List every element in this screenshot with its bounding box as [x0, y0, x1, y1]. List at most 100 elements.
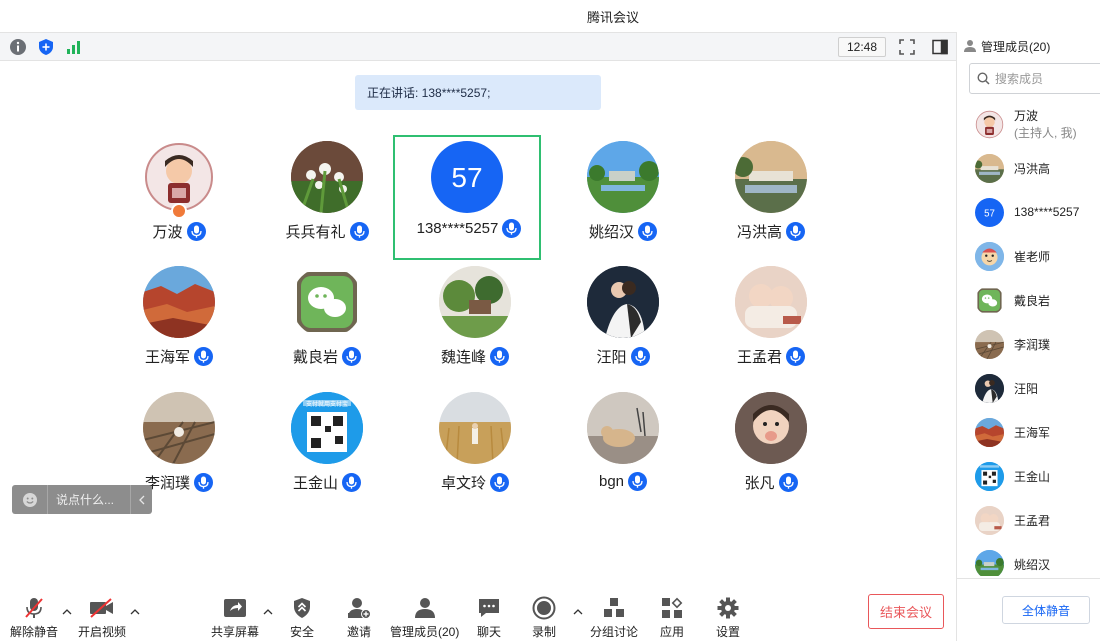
member-text: 姚绍汉: [1014, 556, 1050, 573]
audio-options-chevron-icon[interactable]: [61, 606, 73, 618]
fullscreen-icon[interactable]: [897, 37, 917, 57]
info-icon[interactable]: [8, 37, 28, 57]
share-screen-icon: [222, 596, 248, 620]
member-name: 王金山: [1014, 469, 1051, 484]
manage-members-button[interactable]: 管理成员(20): [390, 596, 459, 640]
participant-tile[interactable]: 王孟君: [697, 266, 845, 391]
quick-chat-box[interactable]: 说点什么...: [12, 485, 152, 514]
participant-tile[interactable]: 王海军: [105, 266, 253, 391]
apps-grid-icon: [659, 596, 685, 620]
participant-name: 王金山: [292, 475, 338, 492]
member-list-item[interactable]: 万波 (主持人, 我): [957, 102, 1100, 146]
participant-tile[interactable]: 戴良岩: [253, 266, 401, 391]
member-avatar: [975, 285, 1004, 315]
record-options-chevron-icon[interactable]: [572, 606, 584, 618]
member-list-item[interactable]: 姚绍汉: [957, 542, 1100, 576]
start-video-button[interactable]: 开启视频: [78, 596, 126, 640]
search-icon: [977, 72, 990, 85]
member-avatar: [975, 241, 1004, 271]
member-list-item[interactable]: 王海军: [957, 410, 1100, 454]
collapse-chevron-icon[interactable]: [130, 485, 152, 514]
record-icon: [531, 596, 557, 620]
apps-button[interactable]: 应用: [659, 596, 685, 640]
mute-all-button[interactable]: 全体静音: [1002, 596, 1090, 624]
mic-icon: [628, 472, 648, 491]
member-avatar: [975, 417, 1004, 447]
invite-button[interactable]: 邀请: [346, 596, 372, 640]
share-screen-button[interactable]: 共享屏幕: [211, 596, 259, 640]
chat-button[interactable]: 聊天: [476, 596, 502, 640]
member-text: 王金山: [1014, 468, 1050, 485]
participant-tile[interactable]: 兵兵有礼: [253, 141, 401, 266]
participant-tile[interactable]: 卓文玲: [401, 392, 549, 517]
participant-name-row: 张凡: [697, 472, 845, 493]
participant-name-row: 戴良岩: [253, 346, 401, 367]
member-avatar: [975, 373, 1004, 403]
breakout-rooms-button[interactable]: 分组讨论: [590, 596, 638, 640]
member-text: 冯洪高: [1014, 160, 1050, 177]
participant-tile[interactable]: 姚绍汉: [549, 141, 697, 266]
participant-avatar: 57: [431, 141, 503, 213]
participant-name-row: 卓文玲: [401, 472, 549, 493]
member-text: 李润璞: [1014, 336, 1050, 353]
signal-icon[interactable]: [64, 37, 84, 57]
chat-bubble-icon: [476, 596, 502, 620]
emoji-icon[interactable]: [12, 485, 48, 514]
shield-icon: [289, 596, 315, 620]
member-name: 李润璞: [1014, 337, 1051, 352]
member-name: 万波: [1014, 109, 1039, 123]
member-list-item[interactable]: 李润璞: [957, 322, 1100, 366]
participant-tile[interactable]: 57 138****5257: [393, 135, 541, 260]
member-name: 戴良岩: [1014, 293, 1051, 308]
member-list-item[interactable]: 王金山: [957, 454, 1100, 498]
shield-icon[interactable]: [36, 37, 56, 57]
members-icon: [412, 596, 438, 620]
member-list-item[interactable]: 王孟君: [957, 498, 1100, 542]
member-list: 万波 (主持人, 我) 冯洪高 57 138****5257 崔老师戴良岩李润璞汪阳王海军…: [957, 102, 1100, 576]
settings-button[interactable]: 设置: [715, 596, 741, 640]
participant-avatar: [587, 392, 659, 464]
share-options-chevron-icon[interactable]: [262, 606, 274, 618]
member-avatar: [975, 153, 1004, 183]
chat-placeholder[interactable]: 说点什么...: [48, 491, 130, 508]
member-text: 汪阳: [1014, 380, 1038, 397]
member-list-item[interactable]: 戴良岩: [957, 278, 1100, 322]
unmute-button[interactable]: 解除静音: [10, 596, 58, 640]
member-search-input[interactable]: 搜索成员: [969, 63, 1100, 94]
participant-tile[interactable]: 冯洪高: [697, 141, 845, 266]
mic-icon: [786, 347, 805, 366]
participant-tile[interactable]: 张凡: [697, 392, 845, 517]
participant-tile[interactable]: bgn: [549, 392, 697, 517]
security-button[interactable]: 安全: [289, 596, 315, 640]
participant-name: 万波: [152, 224, 183, 241]
participant-tile[interactable]: 汪阳: [549, 266, 697, 391]
member-list-item[interactable]: 冯洪高: [957, 146, 1100, 190]
sidebar-toggle-icon[interactable]: [930, 37, 950, 57]
member-avatar: [975, 549, 1004, 576]
member-name: 汪阳: [1014, 381, 1039, 396]
breakout-icon: [601, 596, 627, 620]
mic-icon: [186, 222, 206, 241]
participant-name: 张凡: [744, 475, 775, 492]
member-list-item[interactable]: 汪阳: [957, 366, 1100, 410]
record-button[interactable]: 录制: [531, 596, 557, 640]
participant-name-row: 138****5257: [395, 219, 543, 238]
member-list-item[interactable]: 57 138****5257: [957, 190, 1100, 234]
mic-icon: [630, 347, 650, 366]
participant-name: 兵兵有礼: [285, 224, 346, 241]
participant-tile[interactable]: 支付就用支付宝 王金山: [253, 392, 401, 517]
mic-icon: [194, 347, 213, 366]
participant-tile[interactable]: 万波: [105, 141, 253, 266]
participant-tile[interactable]: 魏连峰: [401, 266, 549, 391]
participant-name: bgn: [598, 473, 625, 490]
video-stage: 正在讲话: 138****5257; 万波 兵兵有礼 57 138****5257 姚绍…: [0, 61, 956, 580]
add-user-icon: [346, 596, 372, 620]
member-list-item[interactable]: 崔老师: [957, 234, 1100, 278]
mic-icon: [638, 222, 657, 241]
end-meeting-button[interactable]: 结束会议: [868, 594, 944, 629]
video-options-chevron-icon[interactable]: [129, 606, 141, 618]
participant-avatar: [291, 141, 363, 213]
mic-icon: [342, 347, 361, 366]
member-initials: 57: [984, 208, 995, 219]
member-text: 崔老师: [1014, 248, 1050, 265]
